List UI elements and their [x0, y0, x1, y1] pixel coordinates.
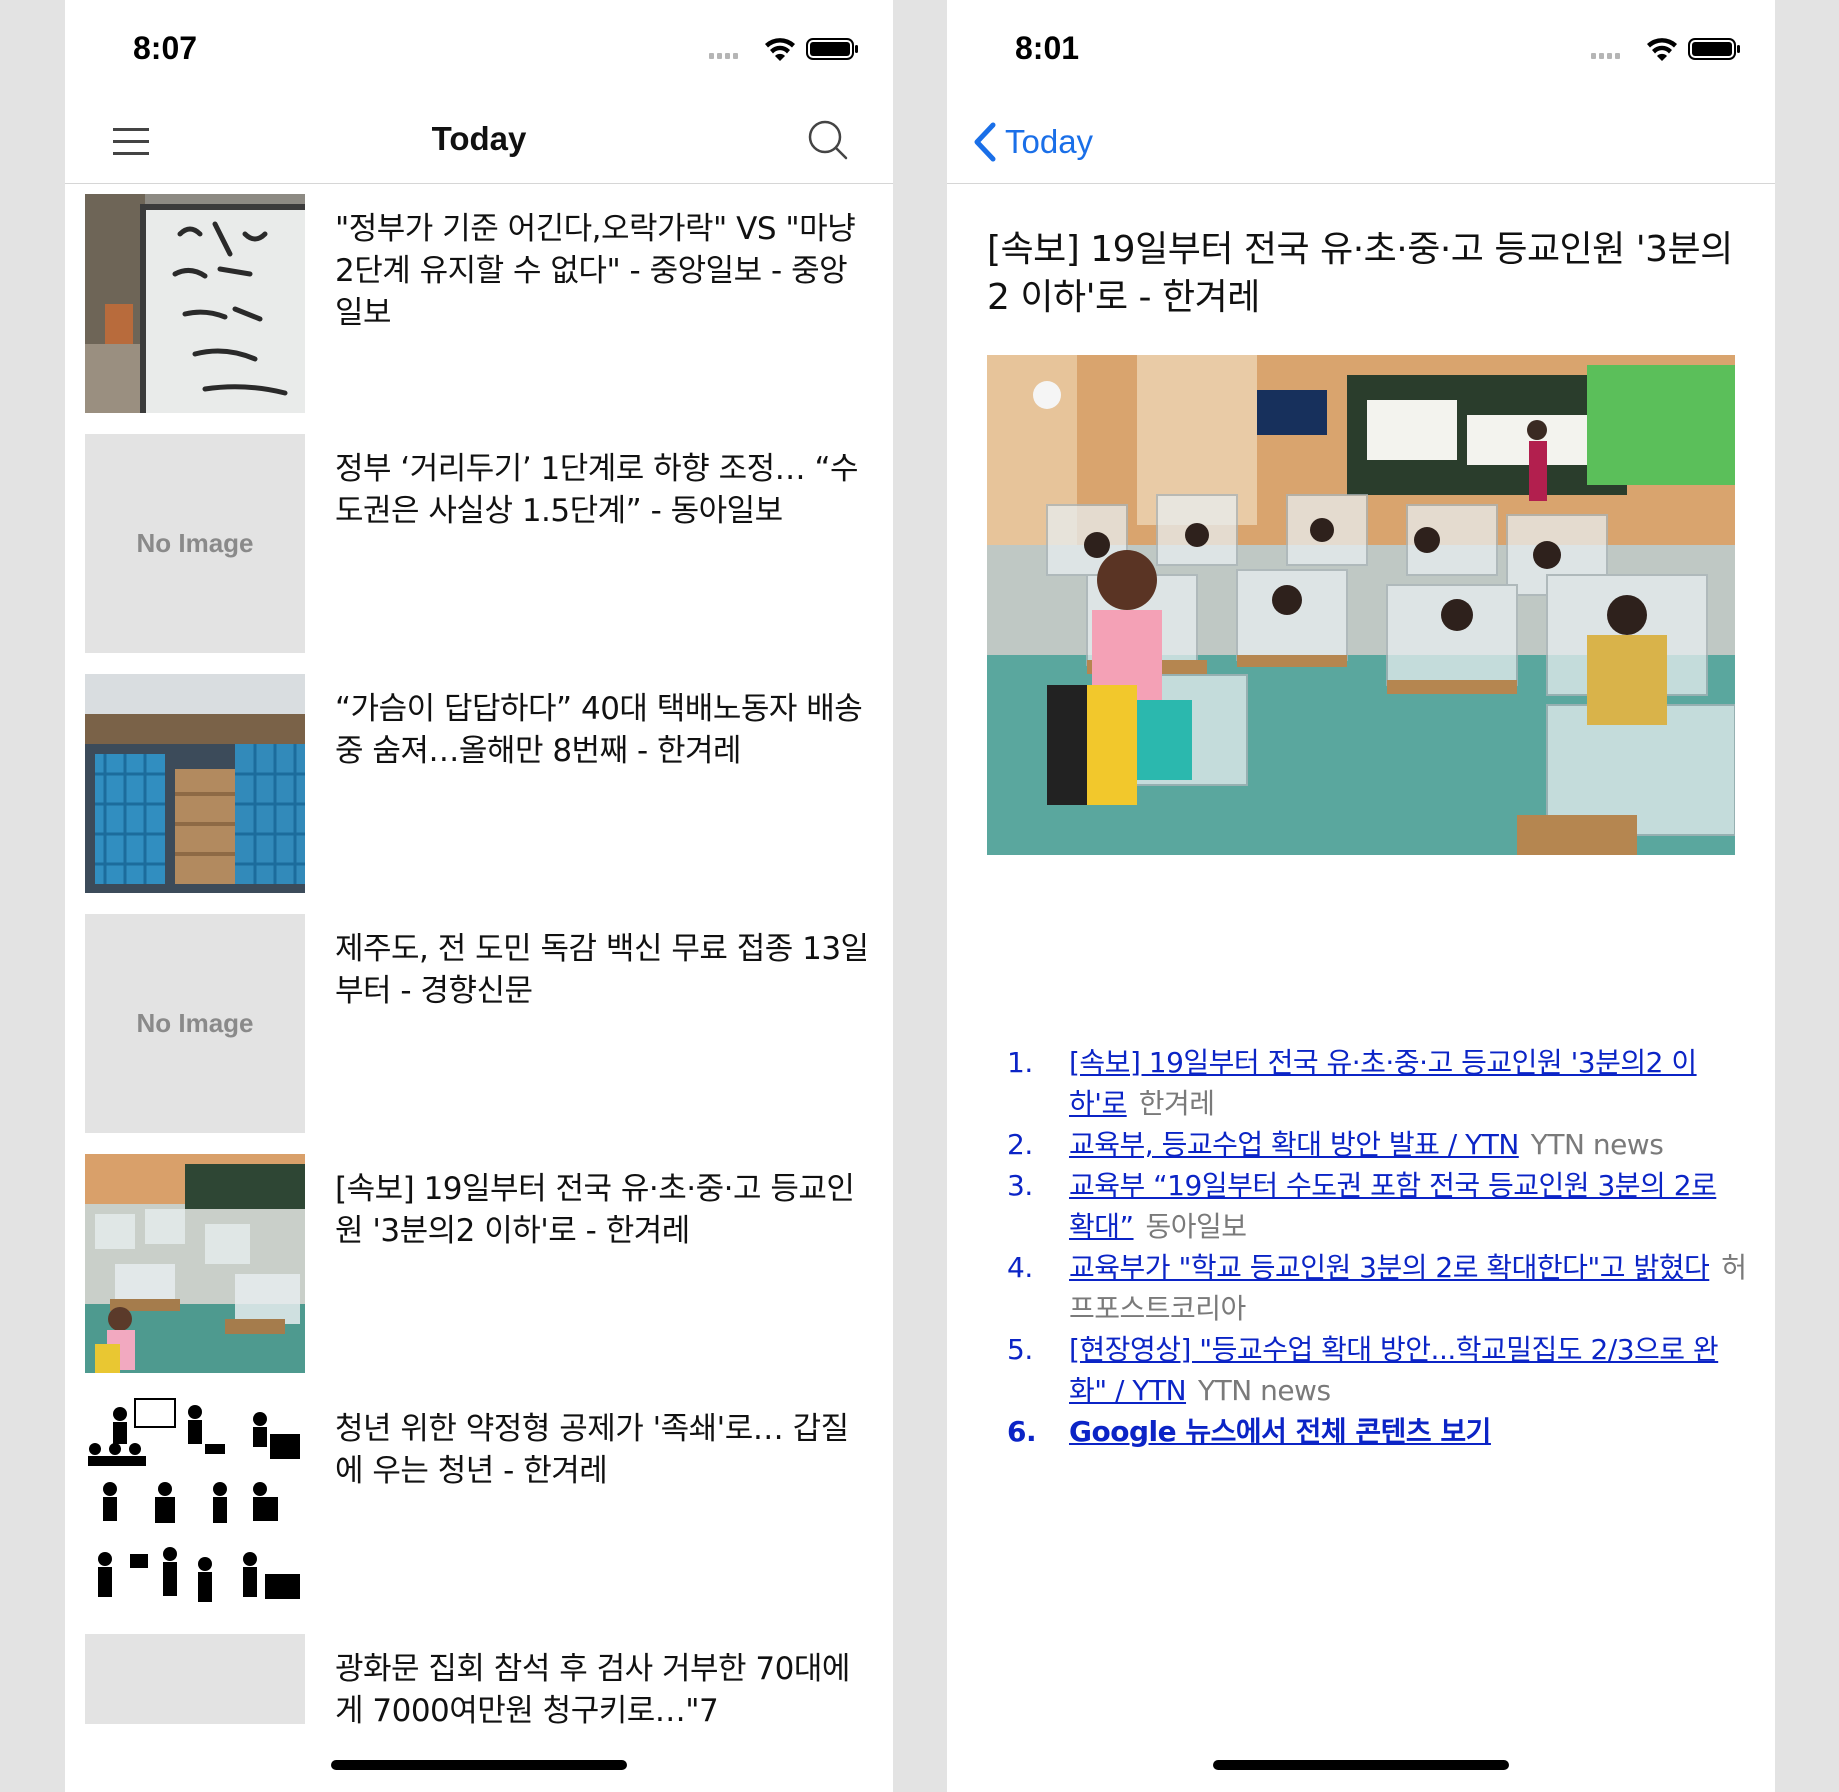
related-article-item: 3. 교육부 “19일부터 수도권 포함 전국 등교인원 3분의 2로 확대” 동… [1007, 1165, 1747, 1247]
related-index: 6. [1007, 1415, 1037, 1448]
battery-icon [806, 38, 858, 60]
news-item[interactable]: No Image 제주도, 전 도민 독감 백신 무료 접종 13일부터 - 경… [65, 912, 893, 1136]
news-headline: 제주도, 전 도민 독감 백신 무료 접종 13일부터 - 경향신문 [335, 931, 869, 1009]
related-source: 한겨레 [1138, 1087, 1215, 1120]
article-detail-screen: 8:01 Today [속보] 19일부터 전국 유·초·중·고 등교인원 '3… [947, 0, 1775, 1792]
news-thumbnail [85, 674, 305, 893]
news-item[interactable]: [속보] 19일부터 전국 유·초·중·고 등교인원 '3분의2 이하'로 - … [65, 1152, 893, 1376]
news-item[interactable]: "정부가 기준 어긴다,오락가락" VS "마냥 2단계 유지할 수 없다" -… [65, 192, 893, 416]
no-image-label: No Image [136, 1008, 254, 1038]
related-index: 5. [1007, 1333, 1033, 1366]
news-headline: [속보] 19일부터 전국 유·초·중·고 등교인원 '3분의2 이하'로 - … [335, 1171, 855, 1249]
news-thumbnail-placeholder: No Image [85, 914, 305, 1133]
news-thumbnail [85, 1154, 305, 1373]
news-thumbnail-placeholder: No Image [85, 434, 305, 653]
news-headline: 청년 위한 약정형 공제가 '족쇄'로… 갑질에 우는 청년 - 한겨레 [335, 1411, 849, 1489]
search-button[interactable] [805, 117, 851, 163]
related-article-item: 1. [속보] 19일부터 전국 유·초·중·고 등교인원 '3분의2 이하'로… [1007, 1042, 1747, 1124]
status-bar: 8:07 [65, 0, 893, 100]
no-image-label: No Image [136, 528, 254, 558]
related-article-item: 6. Google 뉴스에서 전체 콘텐츠 보기 [1007, 1411, 1747, 1452]
related-article-item: 5. [현장영상] "등교수업 확대 방안...학교밀집도 2/3으로 완화" … [1007, 1329, 1747, 1411]
related-link[interactable]: 교육부, 등교수업 확대 방안 발표 / YTN [1069, 1128, 1519, 1161]
related-index: 1. [1007, 1046, 1033, 1079]
news-item[interactable]: 청년 위한 약정형 공제가 '족쇄'로… 갑질에 우는 청년 - 한겨레 [65, 1392, 893, 1616]
news-list-screen: 8:07 Today "정부가 기준 어긴다,오락가락" VS "마냥 2단계 … [65, 0, 893, 1792]
wifi-icon [765, 38, 795, 61]
status-icons [1591, 38, 1740, 61]
status-bar: 8:01 [947, 0, 1775, 100]
related-link[interactable]: 교육부가 "학교 등교인원 3분의 2로 확대한다"고 밝혔다 [1069, 1251, 1710, 1284]
related-article-item: 2. 교육부, 등교수업 확대 방안 발표 / YTN YTN news [1007, 1124, 1747, 1165]
news-thumbnail-placeholder [85, 1634, 305, 1724]
article-image [987, 355, 1735, 855]
related-link[interactable]: [현장영상] "등교수업 확대 방안...학교밀집도 2/3으로 완화" / Y… [1069, 1333, 1719, 1407]
related-index: 3. [1007, 1169, 1033, 1202]
home-indicator [331, 1760, 627, 1770]
related-source: YTN news [1198, 1374, 1331, 1407]
navigation-bar: Today [65, 100, 893, 184]
navigation-bar: Today [947, 100, 1775, 184]
cellular-signal-icon [1591, 53, 1620, 59]
related-index: 2. [1007, 1128, 1033, 1161]
nav-title: Today [431, 120, 527, 157]
news-headline: 정부 ‘거리두기’ 1단계로 하향 조정… “수도권은 사실상 1.5단계” -… [335, 451, 859, 529]
battery-icon [1688, 38, 1740, 60]
news-thumbnail [85, 194, 305, 413]
back-button[interactable]: Today [971, 118, 1093, 166]
news-item[interactable]: No Image 정부 ‘거리두기’ 1단계로 하향 조정… “수도권은 사실상… [65, 432, 893, 656]
related-article-item: 4. 교육부가 "학교 등교인원 3분의 2로 확대한다"고 밝혔다 허프포스트코… [1007, 1247, 1747, 1329]
cellular-signal-icon [709, 53, 738, 59]
view-full-coverage-link[interactable]: Google 뉴스에서 전체 콘텐츠 보기 [1069, 1415, 1491, 1448]
related-source: 동아일보 [1145, 1210, 1248, 1243]
news-thumbnail [85, 1394, 305, 1613]
article-title: [속보] 19일부터 전국 유·초·중·고 등교인원 '3분의2 이하'로 - … [987, 229, 1733, 318]
chevron-left-icon [974, 122, 996, 162]
search-icon [808, 120, 848, 160]
news-item[interactable]: “가슴이 답답하다” 40대 택배노동자 배송중 숨져…올해만 8번째 - 한겨… [65, 672, 893, 896]
related-source: YTN news [1530, 1128, 1664, 1161]
news-headline: 광화문 집회 참석 후 검사 거부한 70대에게 7000여만원 청구키로…"7 [335, 1651, 850, 1729]
status-time: 8:07 [133, 30, 198, 66]
related-articles-list: 1. [속보] 19일부터 전국 유·초·중·고 등교인원 '3분의2 이하'로… [1007, 1042, 1747, 1452]
home-indicator [1213, 1760, 1509, 1770]
related-index: 4. [1007, 1251, 1033, 1284]
back-label: Today [1005, 123, 1094, 160]
wifi-icon [1647, 38, 1677, 61]
news-headline: “가슴이 답답하다” 40대 택배노동자 배송중 숨져…올해만 8번째 - 한겨… [335, 691, 863, 769]
status-time: 8:01 [1015, 30, 1080, 66]
news-headline: "정부가 기준 어긴다,오락가락" VS "마냥 2단계 유지할 수 없다" -… [335, 211, 856, 331]
status-icons [709, 38, 858, 61]
